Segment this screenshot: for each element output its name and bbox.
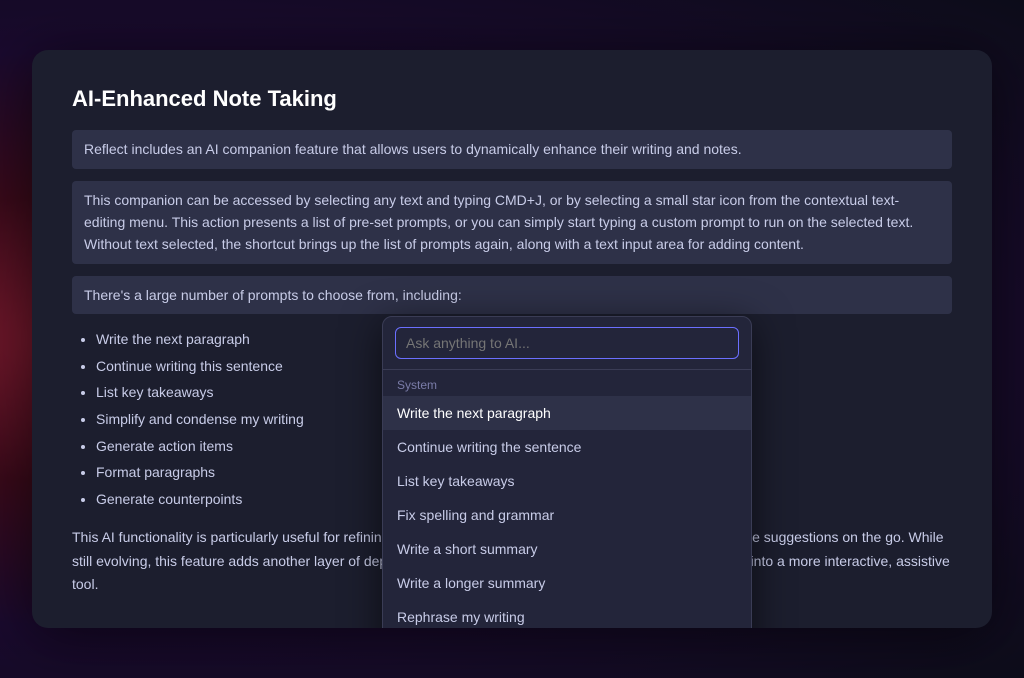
dropdown-item-4[interactable]: Write a short summary xyxy=(383,532,751,566)
highlight-block-2: This companion can be accessed by select… xyxy=(72,181,952,264)
bullet-list: Write the next paragraph Continue writin… xyxy=(72,326,372,512)
dropdown-item-2[interactable]: List key takeaways xyxy=(383,464,751,498)
highlight-block-3: There's a large number of prompts to cho… xyxy=(72,276,952,314)
dropdown-item-1[interactable]: Continue writing the sentence xyxy=(383,430,751,464)
list-item: Generate action items xyxy=(96,433,372,460)
list-section: Write the next paragraph Continue writin… xyxy=(72,326,952,512)
main-card: AI-Enhanced Note Taking Reflect includes… xyxy=(32,50,992,627)
dropdown-item-3[interactable]: Fix spelling and grammar xyxy=(383,498,751,532)
highlight-block-1: Reflect includes an AI companion feature… xyxy=(72,130,952,168)
ai-dropdown: System Write the next paragraph Continue… xyxy=(382,316,752,627)
page-title: AI-Enhanced Note Taking xyxy=(72,86,952,112)
list-item: Simplify and condense my writing xyxy=(96,406,372,433)
list-item: List key takeaways xyxy=(96,379,372,406)
list-item: Write the next paragraph xyxy=(96,326,372,353)
ai-search-input[interactable] xyxy=(395,327,739,359)
dropdown-input-wrap xyxy=(383,317,751,370)
dropdown-section-label: System xyxy=(383,370,751,396)
dropdown-item-0[interactable]: Write the next paragraph xyxy=(383,396,751,430)
dropdown-item-6[interactable]: Rephrase my writing xyxy=(383,600,751,627)
dropdown-item-5[interactable]: Write a longer summary xyxy=(383,566,751,600)
list-item: Generate counterpoints xyxy=(96,486,372,513)
list-item: Continue writing this sentence xyxy=(96,353,372,380)
list-item: Format paragraphs xyxy=(96,459,372,486)
